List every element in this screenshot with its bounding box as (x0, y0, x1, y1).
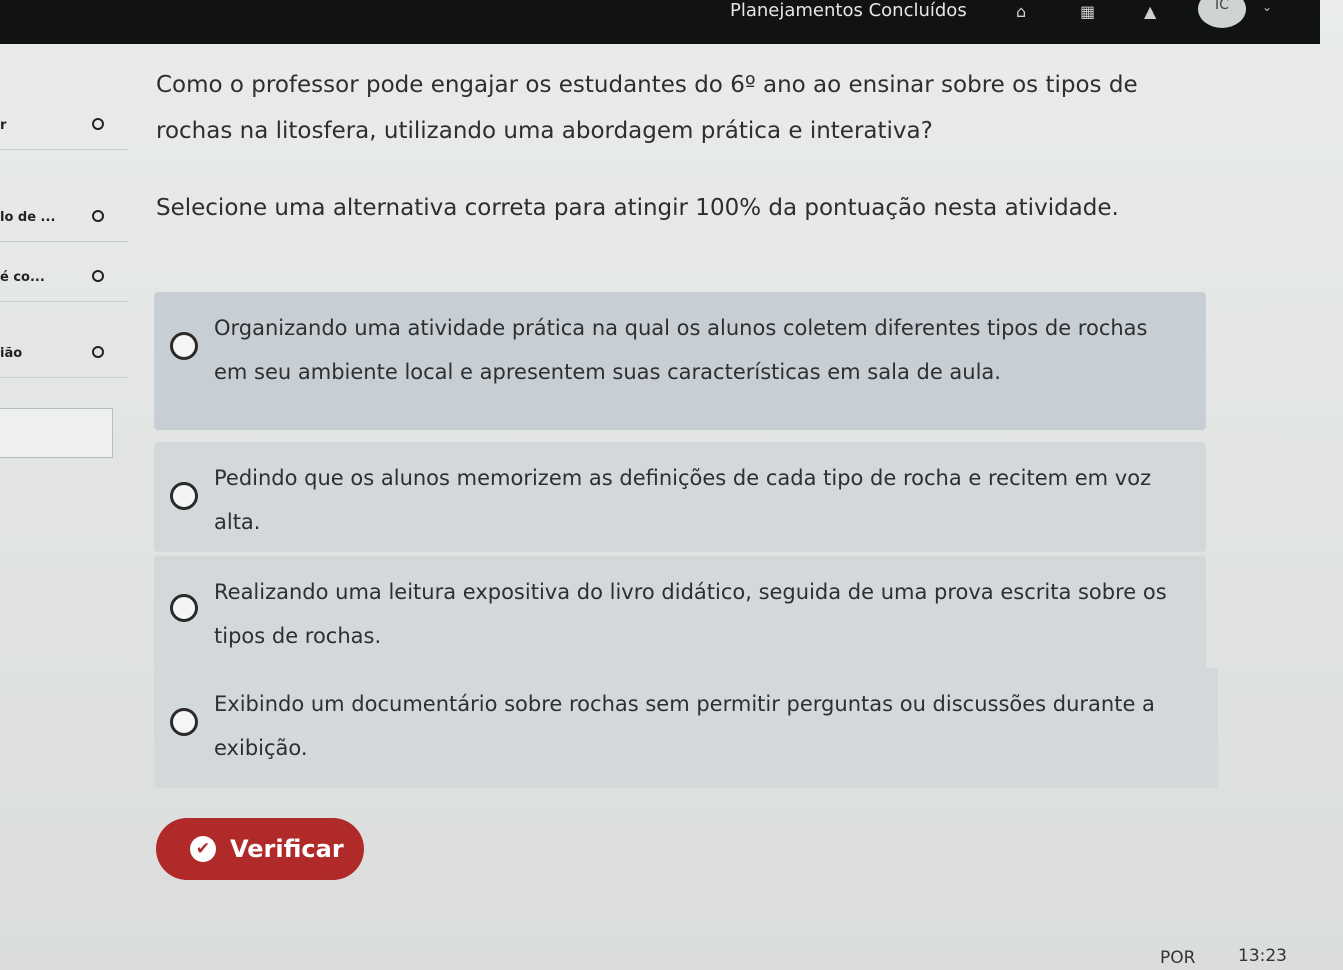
language-indicator[interactable]: POR (1160, 948, 1195, 968)
question-text: Como o professor pode engajar os estudan… (156, 72, 1138, 144)
top-bar: Planejamentos Concluídos ⌂ ▦ ▲ IC ⌄ (0, 0, 1320, 44)
verify-button-label: Verificar (230, 835, 344, 863)
option-label: Exibindo um documentário sobre rochas se… (214, 692, 1155, 760)
home-icon[interactable]: ⌂ (1016, 2, 1026, 21)
radio-button[interactable] (170, 708, 198, 736)
circle-icon (92, 210, 104, 222)
circle-icon (92, 270, 104, 282)
sidebar-box[interactable] (0, 408, 113, 458)
option-1[interactable]: Organizando uma atividade prática na qua… (154, 292, 1206, 430)
bell-icon[interactable]: ▲ (1144, 2, 1156, 21)
sidebar-item-label: lo de ... (0, 210, 56, 225)
check-icon: ✔ (190, 836, 216, 862)
sidebar-item-1[interactable]: r (0, 102, 128, 150)
verify-button[interactable]: ✔ Verificar (156, 818, 364, 880)
page-title: Planejamentos Concluídos (730, 0, 967, 21)
radio-button[interactable] (170, 594, 198, 622)
sidebar-item-label: ião (0, 346, 23, 361)
option-3[interactable]: Realizando uma leitura expositiva do liv… (154, 556, 1206, 672)
grid-icon[interactable]: ▦ (1080, 2, 1095, 21)
sidebar-item-label: é co... (0, 270, 45, 285)
option-label: Realizando uma leitura expositiva do liv… (214, 580, 1167, 648)
avatar[interactable]: IC (1198, 0, 1246, 28)
circle-icon (92, 346, 104, 358)
sidebar-item-label: r (0, 118, 7, 133)
radio-button[interactable] (170, 332, 198, 360)
circle-icon (92, 118, 104, 130)
sidebar-item-3[interactable]: é co... (0, 254, 128, 302)
sidebar: r lo de ... é co... ião (0, 44, 130, 464)
chevron-down-icon[interactable]: ⌄ (1262, 0, 1272, 14)
option-2[interactable]: Pedindo que os alunos memorizem as defin… (154, 442, 1206, 552)
option-label: Pedindo que os alunos memorizem as defin… (214, 466, 1152, 534)
radio-button[interactable] (170, 482, 198, 510)
instruction-text: Selecione uma alternativa correta para a… (156, 195, 1119, 221)
option-4[interactable]: Exibindo um documentário sobre rochas se… (154, 668, 1218, 788)
sidebar-item-4[interactable]: ião (0, 330, 128, 378)
option-label: Organizando uma atividade prática na qua… (214, 316, 1148, 384)
clock[interactable]: 13:23 (1238, 946, 1287, 966)
sidebar-item-2[interactable]: lo de ... (0, 194, 128, 242)
